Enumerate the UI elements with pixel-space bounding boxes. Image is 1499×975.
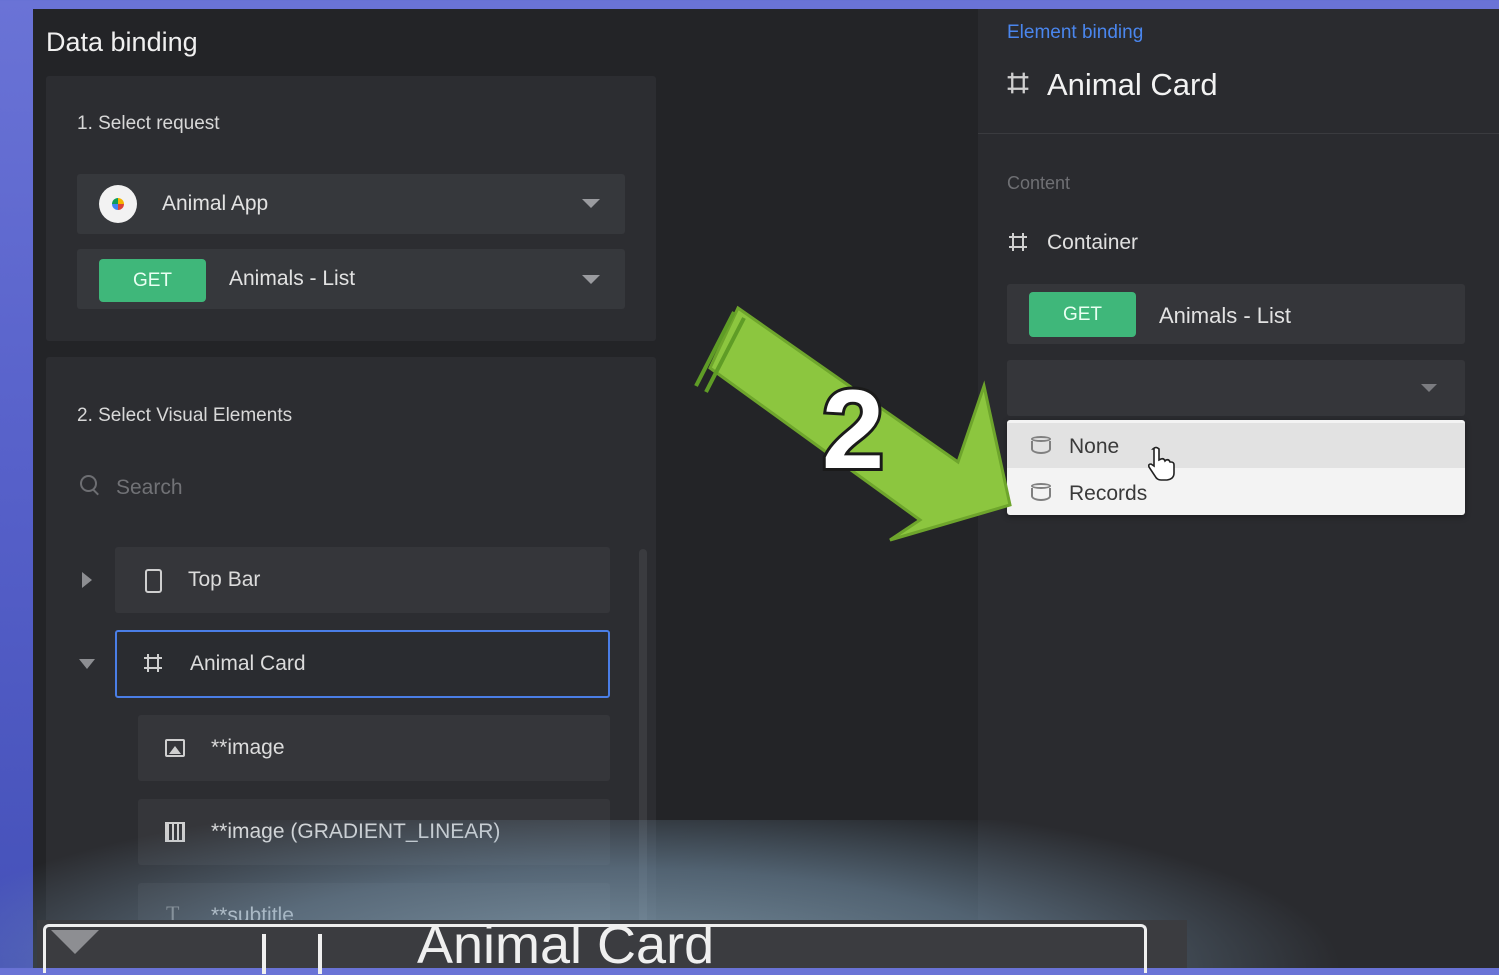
dropdown-option-none[interactable]: None (1007, 423, 1465, 468)
dropdown-option-records[interactable]: Records (1007, 470, 1465, 515)
collapse-arrow-icon[interactable] (79, 659, 95, 669)
get-method-badge: GET (1029, 292, 1136, 337)
search-icon (80, 475, 97, 492)
phone-icon (145, 569, 162, 593)
visual-elements-heading: 2. Select Visual Elements (77, 405, 293, 426)
search-placeholder: Search (116, 476, 183, 499)
request-select[interactable]: GET Animals - List (77, 249, 625, 309)
database-icon (1031, 483, 1051, 501)
app-select-value: Animal App (162, 192, 269, 215)
dropdown-option-label: Records (1069, 482, 1148, 505)
element-binding-panel: Element binding Animal Card Content Cont… (978, 9, 1499, 968)
image-icon (165, 739, 185, 757)
dropdown-option-label: None (1069, 435, 1120, 458)
frame-icon (1007, 72, 1029, 94)
container-label: Container (1047, 231, 1139, 254)
binding-dropdown-menu: None Records (1007, 420, 1465, 515)
step-number: 2 (822, 367, 884, 492)
bound-request-name: Animals - List (1159, 303, 1292, 328)
tree-item-top-bar[interactable]: Top Bar (115, 547, 610, 613)
frame-icon (1009, 233, 1027, 251)
tree-item-label: **image (GRADIENT_LINEAR) (211, 820, 501, 843)
divider (978, 133, 1499, 134)
zoom-label: Animal Card (417, 915, 715, 975)
breadcrumb-link[interactable]: Element binding (1007, 22, 1143, 44)
element-title: Animal Card (1047, 67, 1218, 102)
select-request-heading: 1. Select request (77, 113, 220, 134)
app-logo-icon (99, 185, 137, 223)
tree-item-label: **image (211, 736, 285, 759)
select-request-card: 1. Select request Animal App GET Animals… (46, 76, 656, 341)
tree-item-label: Top Bar (188, 568, 261, 591)
chevron-down-icon (582, 275, 600, 284)
binding-dropdown[interactable] (1007, 360, 1465, 416)
tree-item-image[interactable]: **image (138, 715, 610, 781)
frame-icon (144, 654, 162, 672)
search-input[interactable]: Search (77, 467, 617, 507)
chevron-down-icon (582, 199, 600, 208)
frame-icon (262, 934, 322, 974)
app-select[interactable]: Animal App (77, 174, 625, 234)
tree-item-image-gradient[interactable]: **image (GRADIENT_LINEAR) (138, 799, 610, 865)
tree-item-label: Animal Card (190, 652, 306, 675)
expand-arrow-icon[interactable] (82, 572, 92, 588)
gradient-icon (165, 822, 185, 842)
visual-elements-card: 2. Select Visual Elements Search Top Bar… (46, 357, 656, 968)
chevron-down-icon (1421, 384, 1437, 392)
get-method-badge: GET (99, 259, 206, 302)
page-title: Data binding (46, 27, 198, 57)
zoom-inset: Animal Card (37, 915, 1187, 975)
annotation-arrow: 2 (694, 305, 1012, 542)
bound-request-row[interactable]: GET Animals - List (1007, 284, 1465, 344)
tree-item-animal-card[interactable]: Animal Card (115, 630, 610, 698)
content-section-label: Content (1007, 173, 1071, 193)
database-icon (1031, 436, 1051, 454)
tree-scrollbar[interactable] (639, 549, 647, 968)
hand-cursor-icon (1147, 446, 1175, 481)
request-select-value: Animals - List (229, 267, 356, 290)
